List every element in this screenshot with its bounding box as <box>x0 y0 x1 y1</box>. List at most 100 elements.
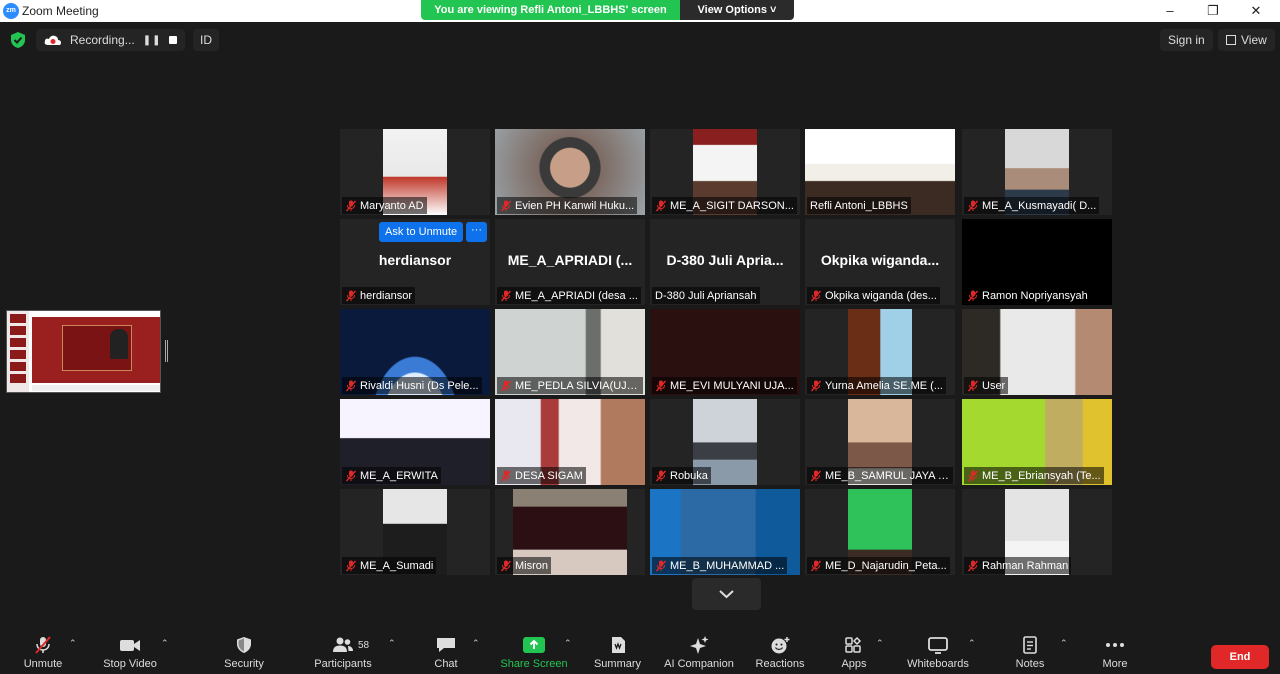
participant-name: Okpika wiganda (des... <box>825 289 937 302</box>
ai-companion-button[interactable]: AI Companion <box>660 636 738 670</box>
video-options-caret[interactable]: ⌃ <box>161 638 169 649</box>
share-options-caret[interactable]: ⌃ <box>564 638 572 649</box>
participant-name: herdiansor <box>360 289 412 302</box>
apps-button[interactable]: Apps <box>834 636 874 670</box>
mic-off-icon <box>655 560 667 571</box>
mic-off-icon <box>967 200 979 211</box>
participant-tile[interactable]: ME_A_SIGIT DARSON... <box>650 129 800 215</box>
notes-options-caret[interactable]: ⌃ <box>1060 638 1068 649</box>
participant-tile[interactable]: Evien PH Kanwil Huku... <box>495 129 645 215</box>
apps-icon <box>845 636 862 653</box>
share-screen-button[interactable]: Share Screen <box>498 636 570 670</box>
participant-tile[interactable]: ME_A_Sumadi <box>340 489 490 575</box>
participant-tile[interactable]: Ramon Nopriyansyah <box>962 219 1112 305</box>
participant-tile[interactable]: Yurna Amelia SE.ME (... <box>805 309 955 395</box>
participant-name: D-380 Juli Apriansah <box>655 289 757 302</box>
mic-off-icon <box>500 200 512 211</box>
shield-icon <box>237 637 251 653</box>
whiteboards-options-caret[interactable]: ⌃ <box>968 638 976 649</box>
participant-tile[interactable]: Rahman Rahman <box>962 489 1112 575</box>
summary-button[interactable]: Summary <box>590 636 645 670</box>
participant-name: ME_D_Najarudin_Peta... <box>825 559 947 572</box>
tile-more-button[interactable]: ··· <box>466 222 487 242</box>
participant-name: ME_B_Ebriansyah (Te... <box>982 469 1101 482</box>
mic-off-icon <box>967 290 979 301</box>
security-button[interactable]: Security <box>219 636 269 670</box>
minimize-button[interactable]: – <box>1155 2 1185 20</box>
stop-video-button[interactable]: Stop Video <box>100 636 160 670</box>
participants-options-caret[interactable]: ⌃ <box>388 638 396 649</box>
participant-tile[interactable]: ME_D_Najarudin_Peta... <box>805 489 955 575</box>
meeting-id-button[interactable]: ID <box>193 29 219 51</box>
participant-name-bar: Evien PH Kanwil Huku... <box>497 197 638 214</box>
restore-button[interactable]: ❐ <box>1198 2 1228 20</box>
ai-companion-label: AI Companion <box>664 658 734 670</box>
resize-handle[interactable] <box>165 340 168 362</box>
participant-tile[interactable]: Robuka <box>650 399 800 485</box>
participant-tile[interactable]: ME_A_ERWITA <box>340 399 490 485</box>
summary-label: Summary <box>593 658 642 670</box>
stop-video-label: Stop Video <box>103 658 157 670</box>
chat-options-caret[interactable]: ⌃ <box>472 638 480 649</box>
slide-thumbnails <box>7 311 29 392</box>
participant-tile[interactable]: Misron <box>495 489 645 575</box>
participant-tile[interactable]: ME_B_Ebriansyah (Te... <box>962 399 1112 485</box>
whiteboards-button[interactable]: Whiteboards <box>902 636 974 670</box>
mic-off-icon <box>967 560 979 571</box>
mic-off-icon <box>345 560 357 571</box>
participant-tile[interactable]: DESA SIGAM <box>495 399 645 485</box>
participant-tile[interactable]: Okpika wiganda... Okpika wiganda (des... <box>805 219 955 305</box>
end-meeting-button[interactable]: End <box>1211 645 1269 669</box>
sign-in-button[interactable]: Sign in <box>1160 29 1213 51</box>
participant-name: ME_B_MUHAMMAD ... <box>670 559 785 572</box>
pause-recording-icon[interactable]: ❚❚ <box>143 35 162 46</box>
view-options-label: View Options <box>697 4 767 16</box>
participant-tile[interactable]: ME_A_Kusmayadi( D... <box>962 129 1112 215</box>
participant-tile[interactable]: ME_B_SAMRUL JAYA (... <box>805 399 955 485</box>
shared-screen-thumbnail[interactable] <box>6 310 161 393</box>
unmute-label: Unmute <box>23 658 63 670</box>
participant-name-bar: ME_B_Ebriansyah (Te... <box>964 467 1104 484</box>
participant-name-bar: ME_A_APRIADI (desa ... <box>497 287 641 304</box>
participant-display-name: ME_A_APRIADI (... <box>507 252 633 268</box>
ask-to-unmute-button[interactable]: Ask to Unmute <box>379 222 464 242</box>
participant-tile[interactable]: ME_EVI MULYANI UJA... <box>650 309 800 395</box>
participant-name: Evien PH Kanwil Huku... <box>515 199 635 212</box>
mic-off-icon <box>810 470 822 481</box>
ai-sparkle-icon <box>690 636 709 654</box>
participant-name: ME_A_Kusmayadi( D... <box>982 199 1097 212</box>
participant-tile[interactable]: User <box>962 309 1112 395</box>
next-page-button[interactable] <box>692 578 761 610</box>
participants-count: 58 <box>358 640 370 651</box>
notes-button[interactable]: Notes <box>1008 636 1052 670</box>
participant-tile[interactable]: ME_B_MUHAMMAD ... <box>650 489 800 575</box>
participant-tile[interactable]: Maryanto AD <box>340 129 490 215</box>
shield-icon[interactable] <box>10 31 26 49</box>
reactions-button[interactable]: Reactions <box>752 636 808 670</box>
participant-name: Yurna Amelia SE.ME (... <box>825 379 943 392</box>
presentation-slide <box>32 317 160 383</box>
chat-button[interactable]: Chat <box>426 636 466 670</box>
participant-tile[interactable]: D-380 Juli Apria... D-380 Juli Apriansah <box>650 219 800 305</box>
participant-tile[interactable]: ME_A_APRIADI (... ME_A_APRIADI (desa ... <box>495 219 645 305</box>
apps-options-caret[interactable]: ⌃ <box>876 638 884 649</box>
participant-tile[interactable]: Rivaldi Husni (Ds Pele... <box>340 309 490 395</box>
stop-recording-icon[interactable] <box>169 36 178 44</box>
close-button[interactable]: ✕ <box>1241 2 1271 20</box>
unmute-button[interactable]: Unmute <box>18 636 68 670</box>
participant-tile[interactable]: ME_PEDLA SILVIA(UJA... <box>495 309 645 395</box>
participant-name: User <box>982 379 1006 392</box>
view-options-button[interactable]: View Options ˅ <box>680 0 794 20</box>
whiteboards-label: Whiteboards <box>907 658 969 670</box>
smiley-icon <box>771 637 790 654</box>
recording-indicator[interactable]: Recording... ❚❚ <box>36 29 186 51</box>
audio-options-caret[interactable]: ⌃ <box>69 638 77 649</box>
participant-tile[interactable]: Refli Antoni_LBBHS <box>805 129 955 215</box>
participant-name: Rahman Rahman <box>982 559 1069 572</box>
more-button[interactable]: More <box>1095 636 1135 670</box>
view-button[interactable]: View <box>1218 29 1275 51</box>
participant-name-bar: ME_A_ERWITA <box>342 467 441 484</box>
mic-off-icon <box>967 380 979 391</box>
participant-name: Refli Antoni_LBBHS <box>810 199 908 212</box>
notes-icon <box>1023 636 1037 654</box>
